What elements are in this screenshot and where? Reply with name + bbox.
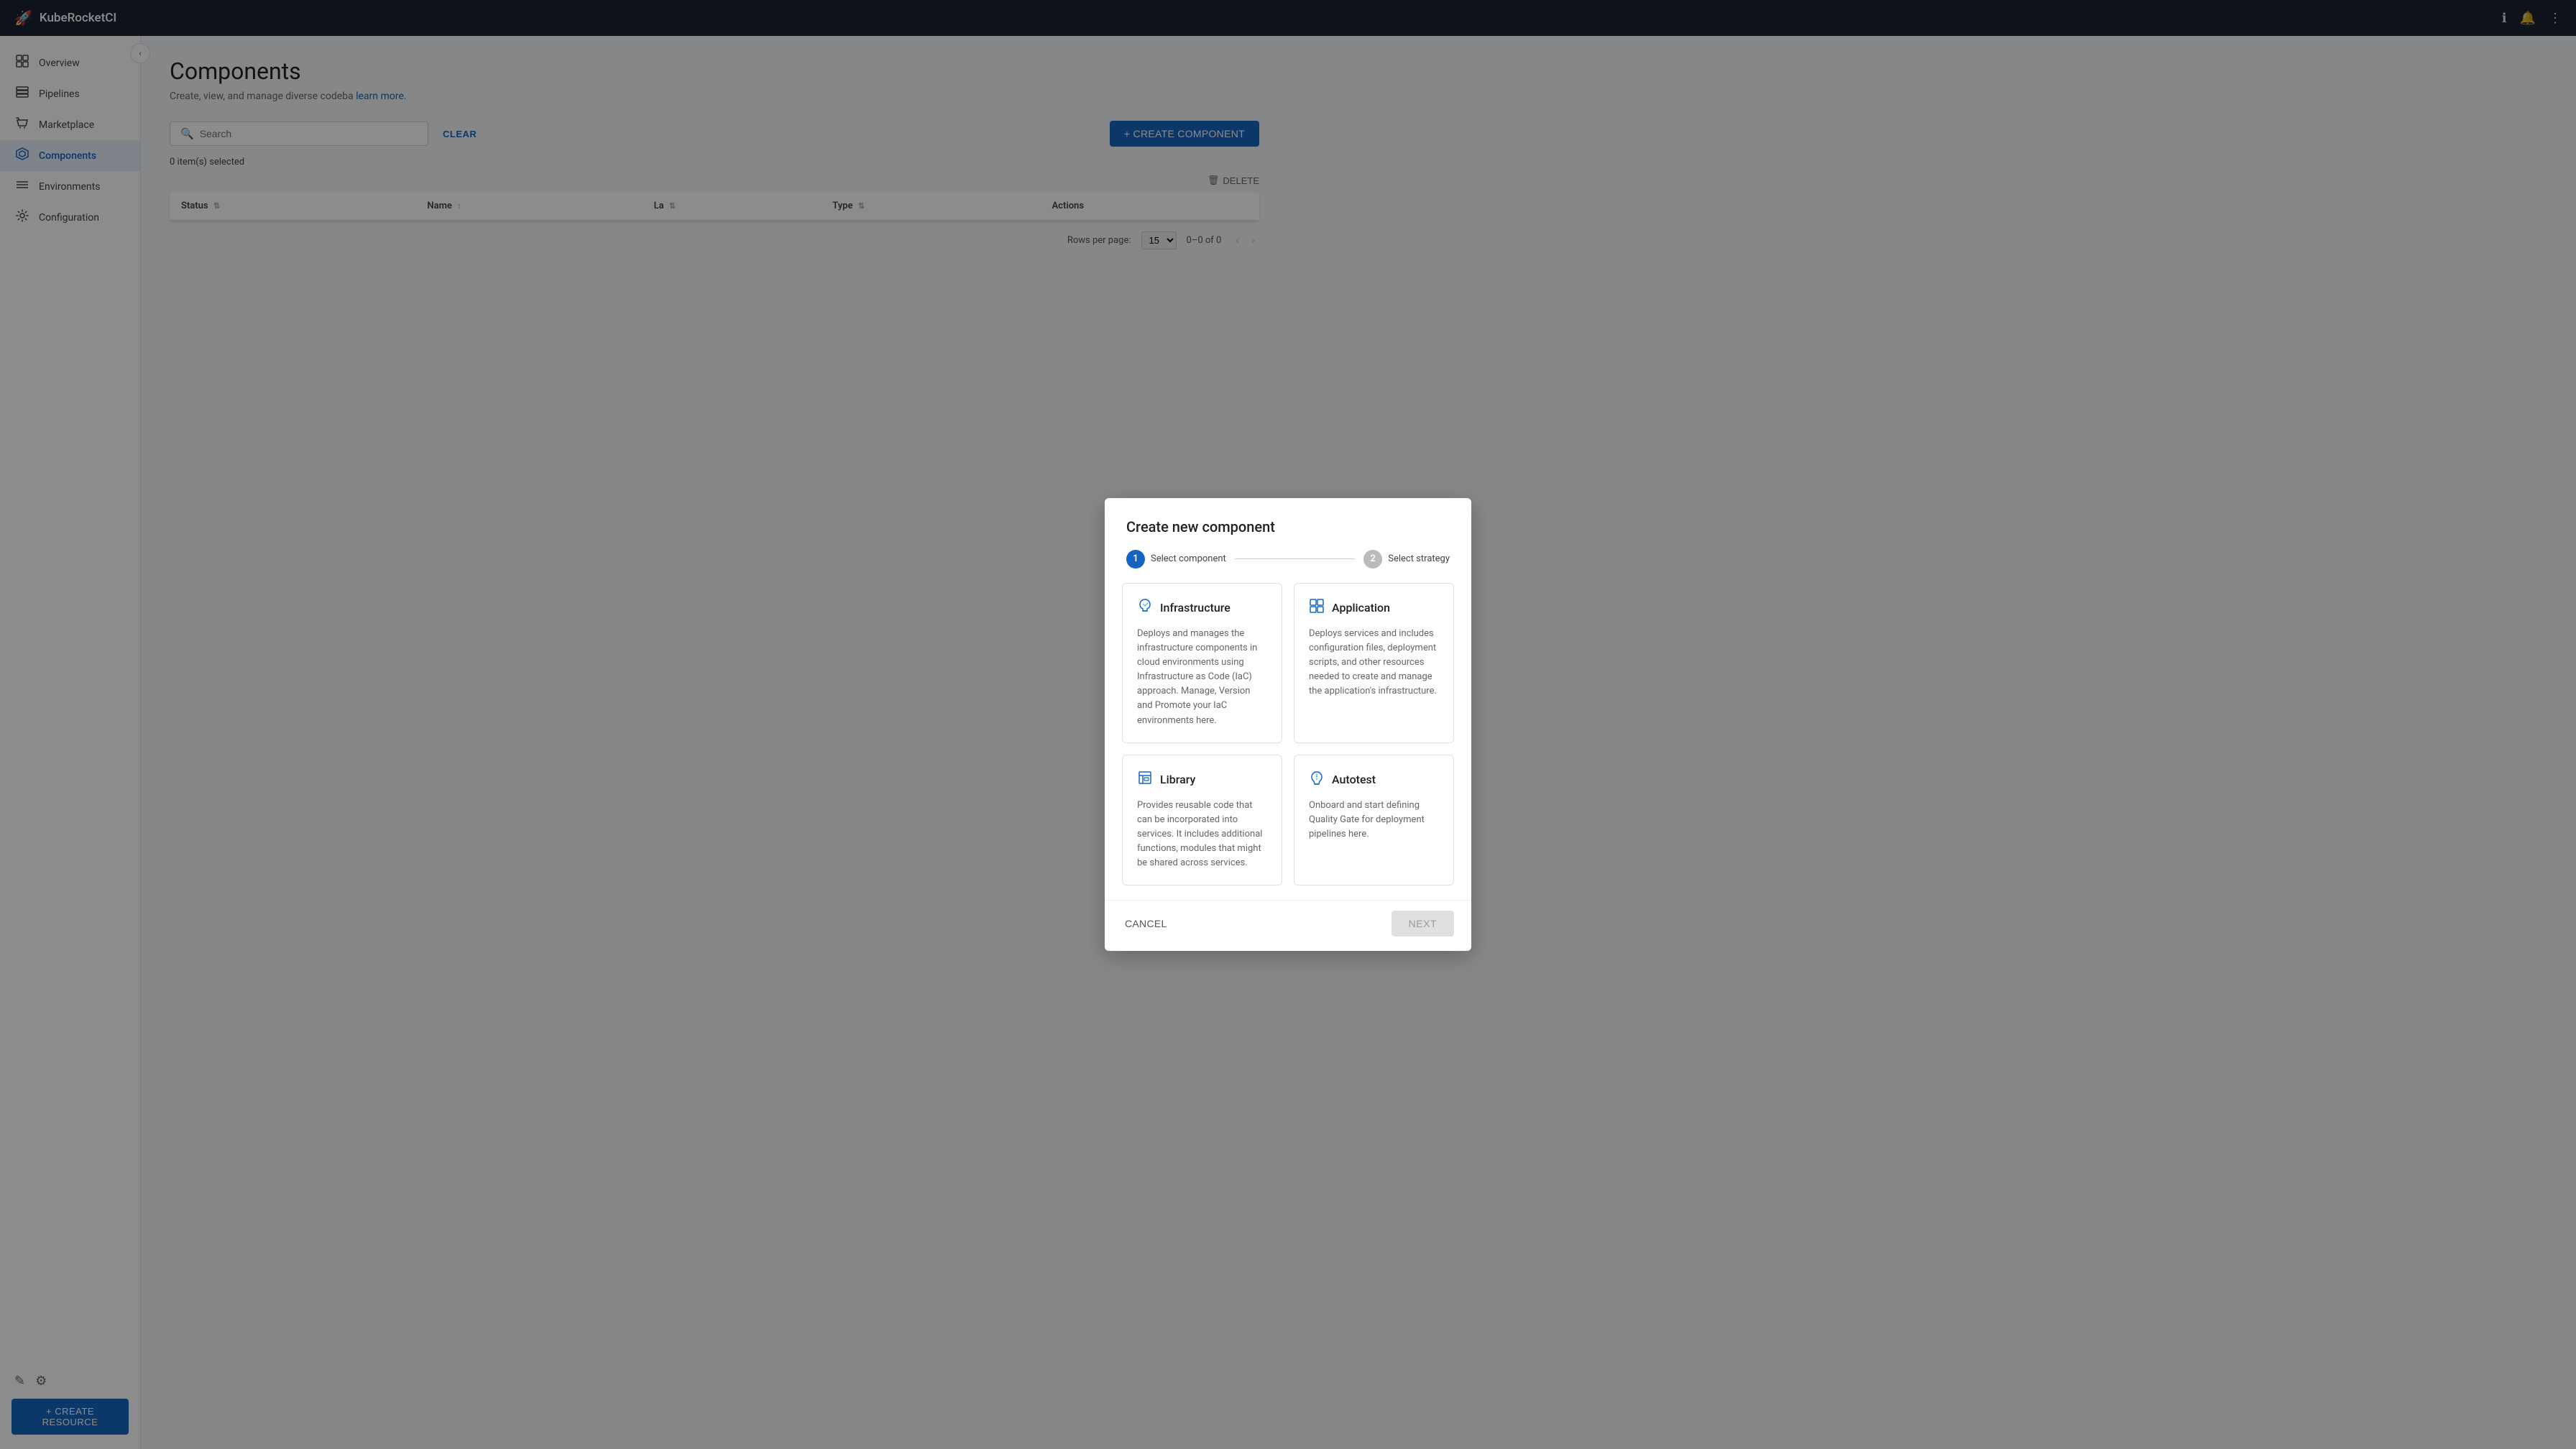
application-icon [1309,598,1325,618]
card-library-title: Library [1160,773,1195,786]
step-2-label: Select strategy [1388,553,1450,564]
step-2: 2 Select strategy [1363,550,1450,569]
create-component-dialog: Create new component 1 Select component … [1105,498,1471,952]
dialog-body: Infrastructure Deploys and manages the i… [1105,583,1471,901]
step-1-label: Select component [1151,553,1226,564]
card-application[interactable]: Application Deploys services and include… [1294,583,1454,743]
step-connector [1235,558,1355,559]
card-application-title: Application [1332,601,1390,615]
cancel-button[interactable]: CANCEL [1122,912,1170,935]
step-1: 1 Select component [1126,550,1226,569]
library-icon [1137,770,1153,790]
autotest-icon [1309,770,1325,790]
card-library[interactable]: Library Provides reusable code that can … [1122,755,1282,886]
dialog-footer: CANCEL NEXT [1105,900,1471,951]
card-autotest-desc: Onboard and start defining Quality Gate … [1309,799,1439,842]
card-autotest[interactable]: Autotest Onboard and start defining Qual… [1294,755,1454,886]
modal-overlay[interactable]: Create new component 1 Select component … [0,0,2576,1449]
stepper: 1 Select component 2 Select strategy [1126,550,1450,569]
card-autotest-title: Autotest [1332,773,1376,786]
step-2-circle: 2 [1363,550,1382,569]
component-cards-grid: Infrastructure Deploys and manages the i… [1122,583,1454,886]
card-application-desc: Deploys services and includes configurat… [1309,627,1439,699]
card-infrastructure-desc: Deploys and manages the infrastructure c… [1137,627,1267,728]
step-1-circle: 1 [1126,550,1145,569]
card-infrastructure-title: Infrastructure [1160,601,1230,615]
infrastructure-icon [1137,598,1153,618]
next-button[interactable]: NEXT [1392,911,1454,937]
card-infrastructure[interactable]: Infrastructure Deploys and manages the i… [1122,583,1282,743]
dialog-title: Create new component [1126,518,1450,535]
card-library-desc: Provides reusable code that can be incor… [1137,799,1267,871]
dialog-header: Create new component 1 Select component … [1105,498,1471,583]
